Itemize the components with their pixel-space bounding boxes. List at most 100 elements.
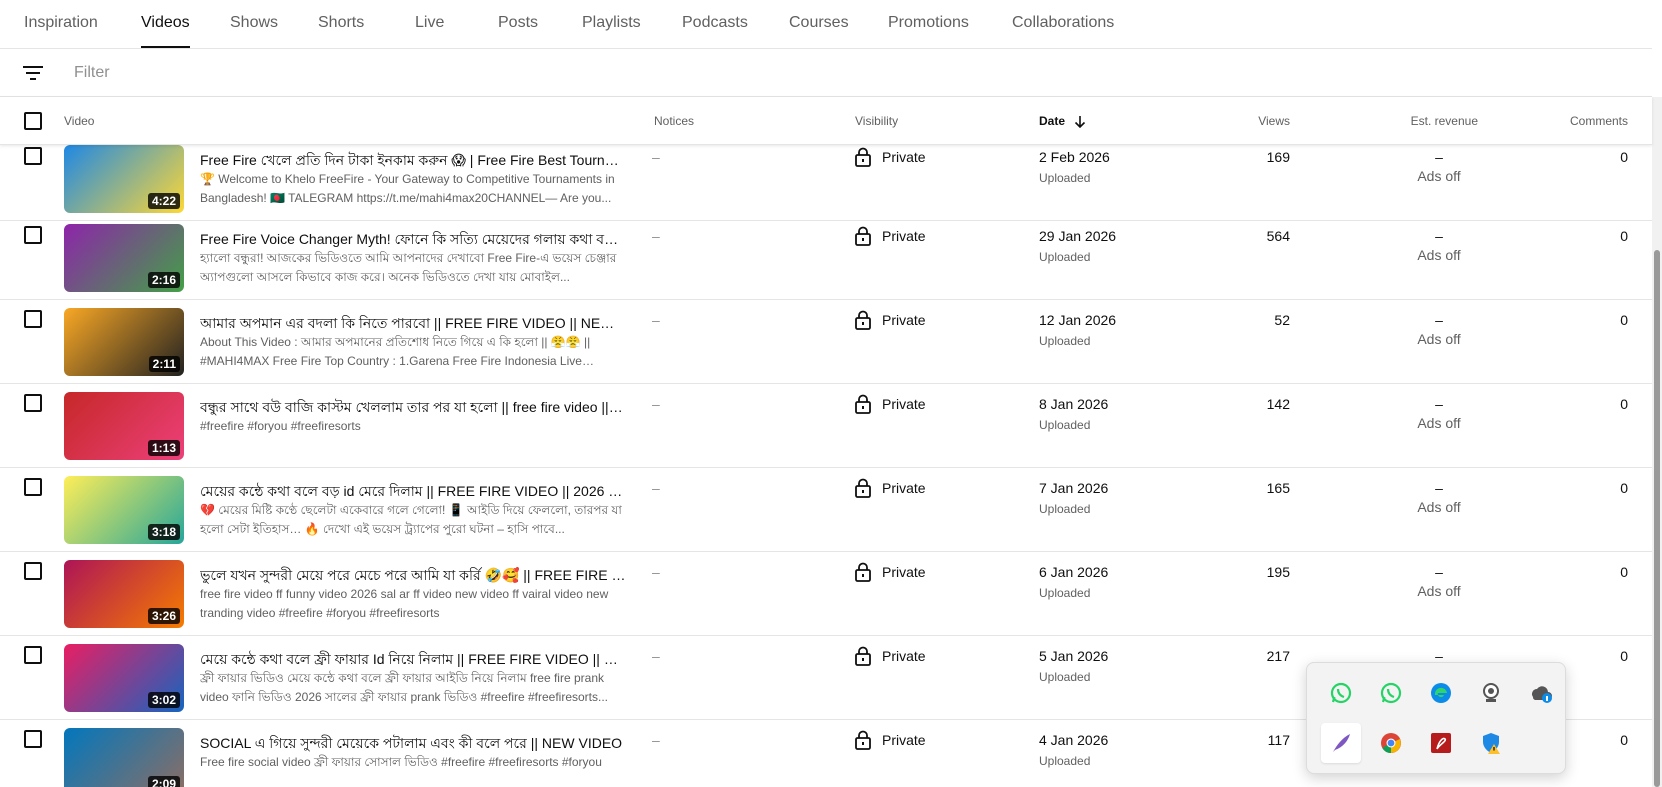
video-thumbnail[interactable]: 2:11 (64, 308, 184, 376)
tab-posts[interactable]: Posts (498, 0, 538, 48)
visibility-status[interactable]: Private (882, 228, 926, 244)
row-checkbox[interactable] (24, 730, 42, 748)
column-comments[interactable]: Comments (1530, 97, 1628, 145)
revenue-status: Ads off (1417, 247, 1461, 263)
video-thumbnail[interactable]: 3:18 (64, 476, 184, 544)
row-checkbox[interactable] (24, 147, 42, 165)
row-checkbox[interactable] (24, 226, 42, 244)
table-row[interactable]: 4:22 Free Fire খেলে প্রতি দিন টাকা ইনকাম … (0, 145, 1652, 221)
notice-value: – (652, 228, 660, 244)
column-views[interactable]: Views (1190, 97, 1290, 145)
date-status: Uploaded (1039, 171, 1091, 185)
video-duration: 4:22 (147, 193, 180, 209)
revenue-status: Ads off (1417, 415, 1461, 431)
visibility-status[interactable]: Private (882, 564, 926, 580)
row-checkbox[interactable] (24, 562, 42, 580)
revenue-status: Ads off (1417, 499, 1461, 515)
notice-value: – (652, 149, 660, 165)
notice-value: – (652, 648, 660, 664)
visibility-status[interactable]: Private (882, 732, 926, 748)
lock-icon (854, 478, 872, 498)
revenue-status: Ads off (1417, 583, 1461, 599)
video-thumbnail[interactable]: 1:13 (64, 392, 184, 460)
comments-count: 0 (1620, 312, 1628, 328)
table-row[interactable]: 3:18 মেয়ের কন্ঠে কথা বলে বড় id মেরে দিল… (0, 468, 1652, 552)
chrome-icon[interactable] (1377, 729, 1405, 757)
defender-icon[interactable] (1477, 729, 1505, 757)
video-description: ফ্রী ফায়ার ভিডিও মেয়ে কন্ঠে কথা বলে ফ্… (200, 671, 609, 704)
video-description: Free fire social video ফ্রী ফায়ার সোসাল… (200, 755, 602, 769)
video-description: About This Video : আমার অপমানের প্রতিশোধ… (200, 335, 591, 368)
tab-collaborations[interactable]: Collaborations (1012, 0, 1114, 48)
visibility-status[interactable]: Private (882, 312, 926, 328)
views-count: 142 (1266, 396, 1290, 412)
column-date[interactable]: Date (1039, 97, 1086, 145)
video-thumbnail[interactable]: 4:22 (64, 145, 184, 213)
tab-promotions[interactable]: Promotions (888, 0, 969, 48)
revenue-value: – (1435, 564, 1443, 580)
tab-live[interactable]: Live (415, 0, 444, 48)
tab-inspiration[interactable]: Inspiration (24, 0, 98, 48)
filter-list-icon[interactable] (22, 63, 44, 83)
row-checkbox[interactable] (24, 310, 42, 328)
video-thumbnail[interactable]: 2:16 (64, 224, 184, 292)
pdf-reader-icon[interactable] (1427, 729, 1455, 757)
feather-icon[interactable] (1321, 723, 1361, 763)
date-status: Uploaded (1039, 754, 1091, 768)
revenue-value: – (1435, 396, 1443, 412)
row-checkbox[interactable] (24, 478, 42, 496)
notice-value: – (652, 732, 660, 748)
tab-playlists[interactable]: Playlists (582, 0, 641, 48)
column-visibility[interactable]: Visibility (855, 97, 898, 145)
row-checkbox[interactable] (24, 394, 42, 412)
whatsapp-icon[interactable] (1377, 679, 1405, 707)
tab-videos[interactable]: Videos (141, 0, 190, 48)
lock-icon (854, 310, 872, 330)
lock-icon (854, 147, 872, 167)
arrow-down-icon[interactable] (1074, 115, 1086, 129)
video-thumbnail[interactable]: 3:02 (64, 644, 184, 712)
webcam-icon[interactable] (1477, 679, 1505, 707)
system-tray-overflow (1306, 662, 1566, 774)
select-all-checkbox[interactable] (24, 112, 42, 130)
video-duration: 3:26 (147, 608, 180, 624)
scrollbar-thumb[interactable] (1654, 250, 1660, 787)
revenue-status: Ads off (1417, 168, 1461, 184)
column-revenue[interactable]: Est. revenue (1360, 97, 1478, 145)
video-thumbnail[interactable]: 3:26 (64, 560, 184, 628)
table-row[interactable]: 2:16 Free Fire Voice Changer Myth! ফোনে ক… (0, 216, 1652, 300)
lock-icon (854, 730, 872, 750)
table-row[interactable]: 3:26 ভুলে যখন সুন্দরী মেয়ে পরে মেচে পরে … (0, 552, 1652, 636)
video-duration: 2:09 (147, 776, 180, 787)
table-row[interactable]: 2:11 আমার অপমান এর বদলা কি নিতে পারবো || … (0, 300, 1652, 384)
video-thumbnail[interactable]: 2:09 (64, 728, 184, 787)
onedrive-icon[interactable] (1527, 679, 1555, 707)
filter-input[interactable] (74, 61, 574, 85)
date-status: Uploaded (1039, 670, 1091, 684)
video-description: 💔 মেয়ের মিষ্টি কণ্ঠে ছেলেটা একেবারে গলে… (200, 503, 622, 536)
row-checkbox[interactable] (24, 646, 42, 664)
comments-count: 0 (1620, 396, 1628, 412)
views-count: 52 (1274, 312, 1290, 328)
video-duration: 3:18 (147, 524, 180, 540)
visibility-status[interactable]: Private (882, 648, 926, 664)
video-date: 29 Jan 2026 (1039, 228, 1117, 244)
tab-shows[interactable]: Shows (230, 0, 278, 48)
notice-value: – (652, 312, 660, 328)
tab-podcasts[interactable]: Podcasts (682, 0, 748, 48)
video-date: 6 Jan 2026 (1039, 564, 1109, 580)
views-count: 217 (1266, 648, 1290, 664)
column-notices[interactable]: Notices (654, 97, 694, 145)
visibility-status[interactable]: Private (882, 396, 926, 412)
tab-shorts[interactable]: Shorts (318, 0, 364, 48)
whatsapp-icon[interactable] (1327, 679, 1355, 707)
edge-icon[interactable] (1427, 679, 1455, 707)
views-count: 195 (1266, 564, 1290, 580)
column-video[interactable]: Video (64, 97, 94, 145)
comments-count: 0 (1620, 564, 1628, 580)
comments-count: 0 (1620, 149, 1628, 165)
tab-courses[interactable]: Courses (789, 0, 849, 48)
visibility-status[interactable]: Private (882, 149, 926, 165)
visibility-status[interactable]: Private (882, 480, 926, 496)
table-row[interactable]: 1:13 বন্ধুর সাথে বউ বাজি কাস্টম খেললাম তা… (0, 384, 1652, 468)
